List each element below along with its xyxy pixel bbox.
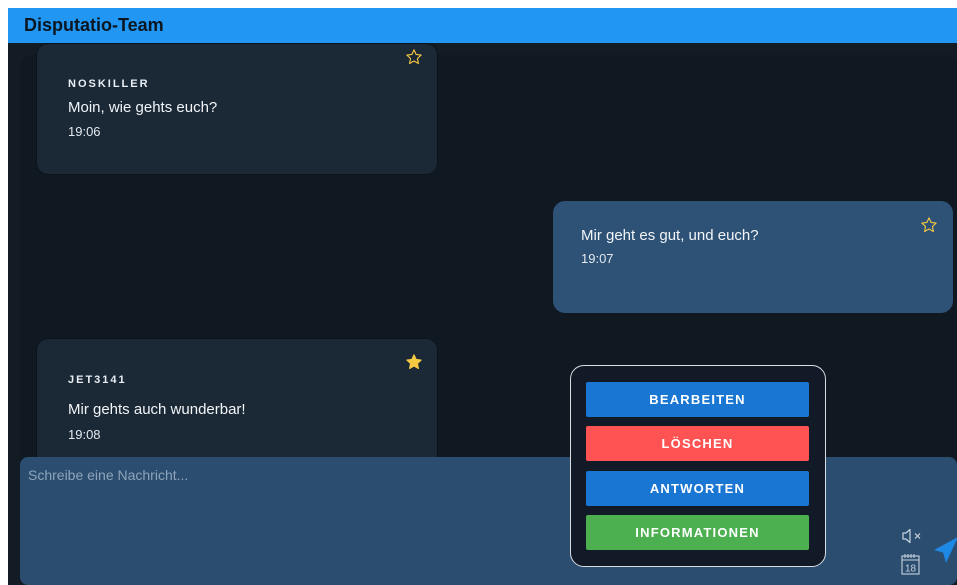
message-text: Mir gehts auch wunderbar!	[68, 401, 246, 418]
message-username: JET3141	[68, 374, 127, 386]
star-filled-icon[interactable]	[405, 353, 423, 371]
message-text: Mir geht es gut, und euch?	[581, 227, 759, 244]
star-icon[interactable]	[920, 216, 938, 234]
calendar-icon[interactable]: 18	[901, 553, 920, 575]
message-card-own[interactable]: Mir geht es gut, und euch? 19:07	[553, 201, 953, 313]
calendar-day: 18	[905, 564, 917, 575]
message-time: 19:06	[68, 124, 101, 139]
message-card[interactable]: NOSKILLER Moin, wie gehts euch? 19:06	[36, 43, 438, 175]
message-text: Moin, wie gehts euch?	[68, 99, 218, 116]
chat-title: Disputatio-Team	[24, 15, 164, 35]
app-header: Disputatio-Team	[8, 8, 957, 43]
delete-button[interactable]: LÖSCHEN	[586, 426, 809, 461]
send-icon[interactable]	[932, 533, 957, 567]
star-icon[interactable]	[405, 48, 423, 66]
message-time: 19:07	[581, 251, 614, 266]
message-time: 19:08	[68, 427, 101, 442]
message-username: NOSKILLER	[68, 78, 150, 90]
info-button[interactable]: INFORMATIONEN	[586, 515, 809, 550]
message-context-menu: BEARBEITEN LÖSCHEN ANTWORTEN INFORMATION…	[570, 365, 826, 567]
message-card[interactable]: JET3141 Mir gehts auch wunderbar! 19:08	[36, 338, 438, 468]
reply-button[interactable]: ANTWORTEN	[586, 471, 809, 506]
speaker-mute-icon[interactable]	[901, 527, 923, 545]
edit-button[interactable]: BEARBEITEN	[586, 382, 809, 417]
